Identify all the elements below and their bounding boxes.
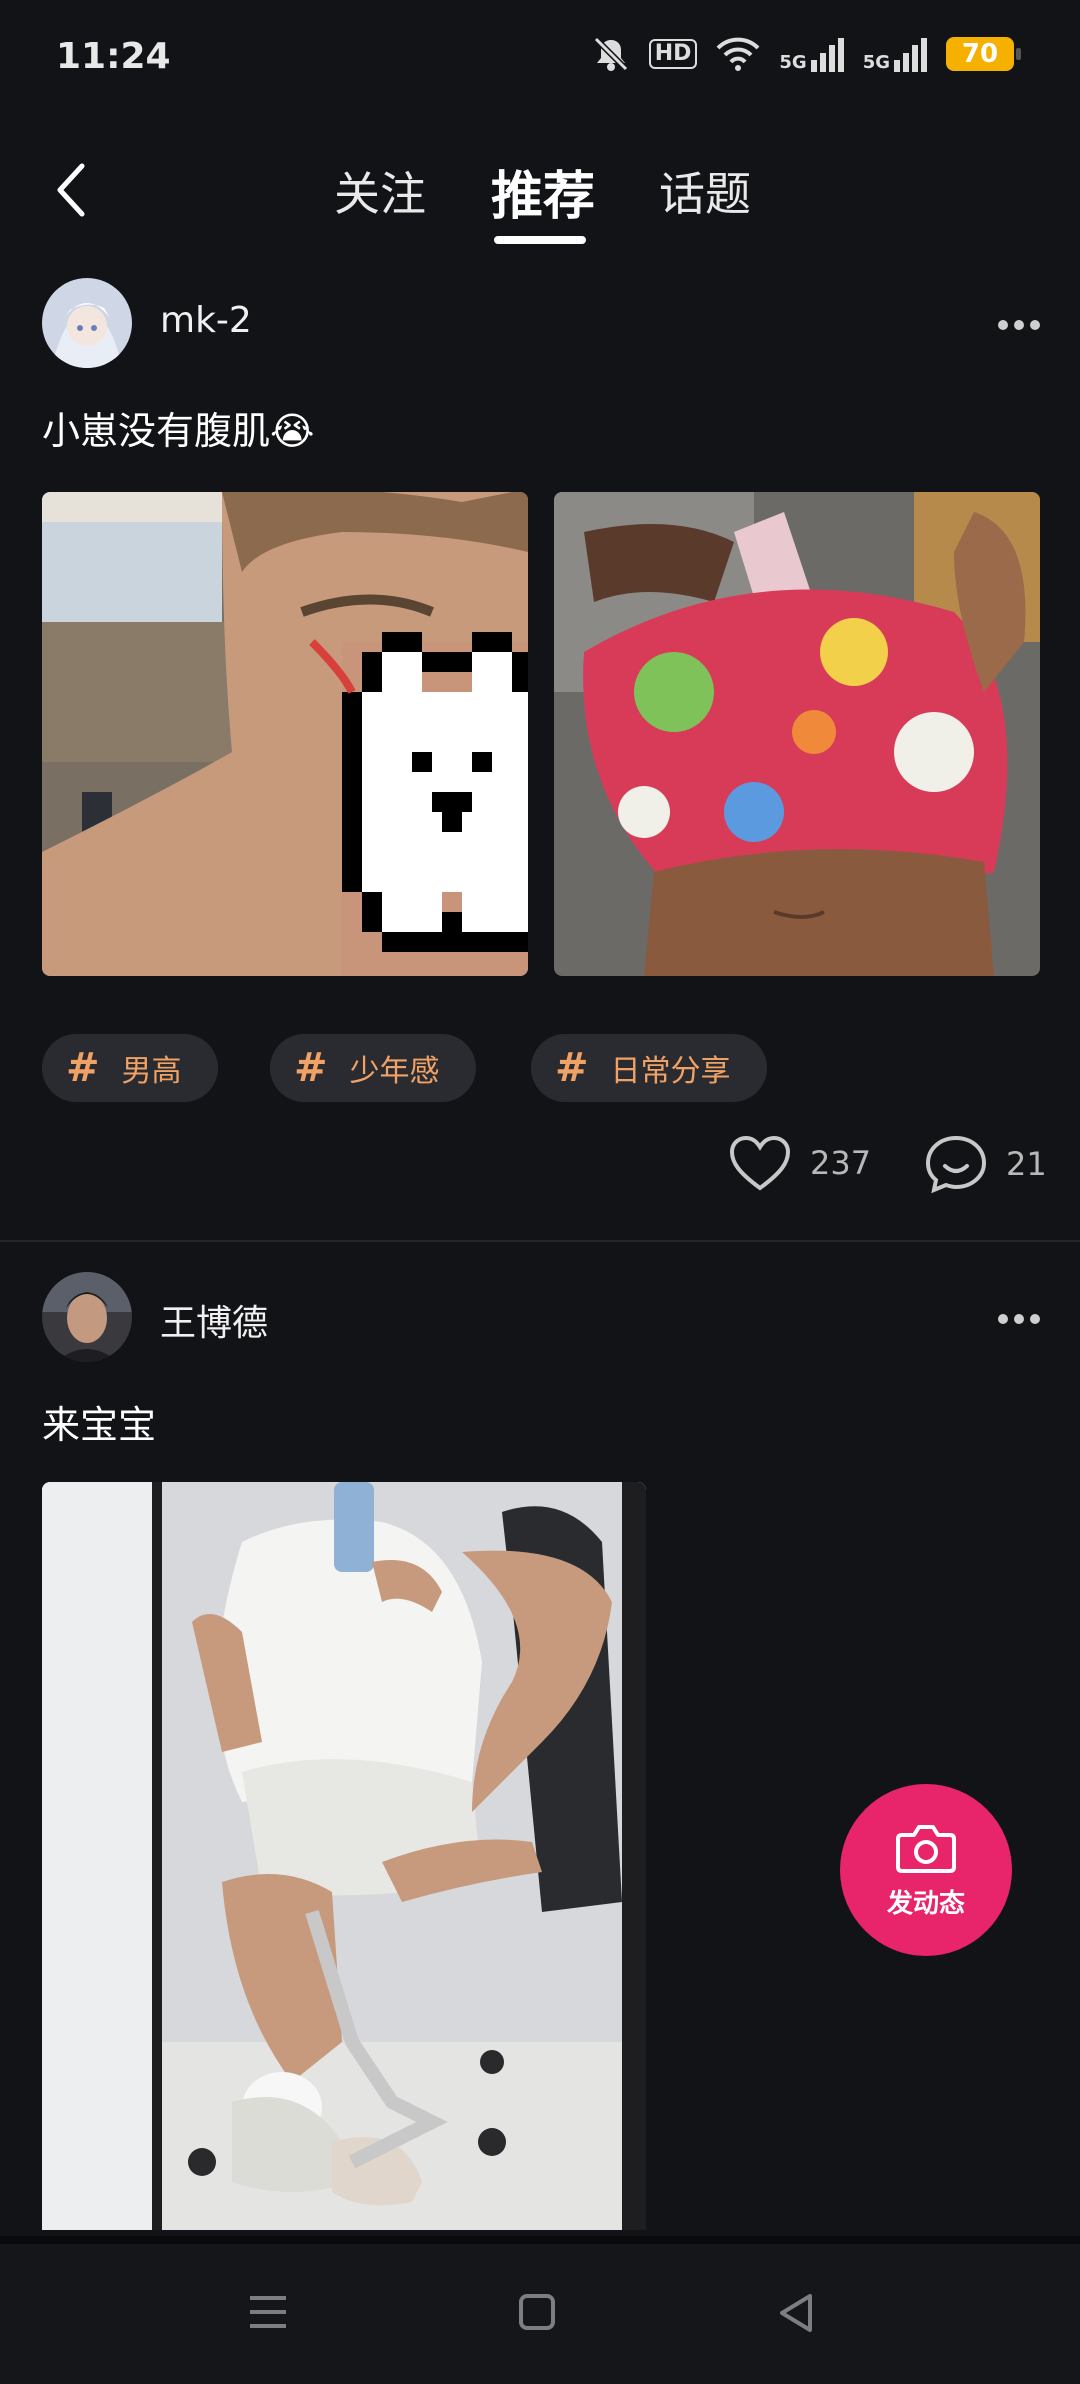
signal-icon (894, 38, 927, 72)
avatar[interactable] (42, 278, 132, 368)
hashtag-icon: # (66, 1045, 100, 1091)
status-icons: HD 5G 5G 70 (591, 34, 1021, 74)
tab-recommend[interactable]: 推荐 (491, 154, 595, 229)
like-button[interactable]: 237 (728, 1134, 871, 1192)
heart-icon (729, 1135, 791, 1191)
net-5g-label: 5G (779, 52, 807, 73)
username[interactable]: 王博德 (160, 1294, 268, 1346)
mute-icon (593, 36, 628, 72)
status-bar: 11:24 HD 5G 5G 70 (0, 0, 1080, 120)
menu-icon[interactable] (248, 2292, 288, 2332)
post-photo[interactable] (42, 1482, 646, 2230)
post-text: 来宝宝 (42, 1403, 157, 1447)
active-tab-indicator (494, 236, 586, 244)
avatar[interactable] (42, 1272, 132, 1362)
back-nav-icon[interactable] (776, 2292, 816, 2334)
tag-label: 男高 (121, 1054, 182, 1089)
post-photo[interactable] (554, 492, 1040, 976)
back-icon[interactable] (48, 160, 98, 220)
system-nav-bar (0, 2236, 1080, 2384)
hashtag-icon: # (555, 1045, 589, 1091)
topic-tag[interactable]: # 日常分享 (531, 1034, 767, 1102)
camera-icon (896, 1824, 956, 1873)
net-5g-label: 5G (862, 52, 890, 73)
battery-icon: 70 (946, 37, 1021, 71)
tab-follow[interactable]: 关注 (334, 158, 426, 224)
post-text: 小崽没有腹肌😭 (42, 409, 315, 453)
post-moment-button[interactable]: 发动态 (840, 1784, 1012, 1956)
home-icon[interactable] (518, 2292, 556, 2332)
comment-button[interactable]: 21 (924, 1134, 1047, 1194)
hashtag-icon: # (294, 1045, 328, 1091)
fab-label: 发动态 (886, 1888, 965, 1919)
status-time: 11:24 (56, 36, 171, 77)
comment-count: 21 (1006, 1145, 1047, 1183)
signal-icon (810, 38, 844, 72)
post-photo[interactable] (42, 492, 528, 976)
username[interactable]: mk-2 (160, 300, 252, 341)
like-count: 237 (810, 1144, 872, 1182)
tag-label: 日常分享 (610, 1054, 731, 1089)
post-divider (0, 1240, 1080, 1242)
topic-tag[interactable]: # 男高 (42, 1034, 218, 1102)
topic-tag[interactable]: # 少年感 (270, 1034, 476, 1102)
top-nav: 关注 推荐 话题 (0, 140, 1080, 250)
tab-topic[interactable]: 话题 (659, 158, 751, 224)
more-options-icon[interactable] (996, 1312, 1042, 1326)
hd-badge: HD (648, 39, 698, 69)
comment-icon (925, 1135, 987, 1194)
battery-level: 70 (961, 39, 999, 69)
tag-label: 少年感 (349, 1054, 440, 1089)
more-options-icon[interactable] (996, 318, 1042, 332)
wifi-icon (716, 37, 760, 71)
